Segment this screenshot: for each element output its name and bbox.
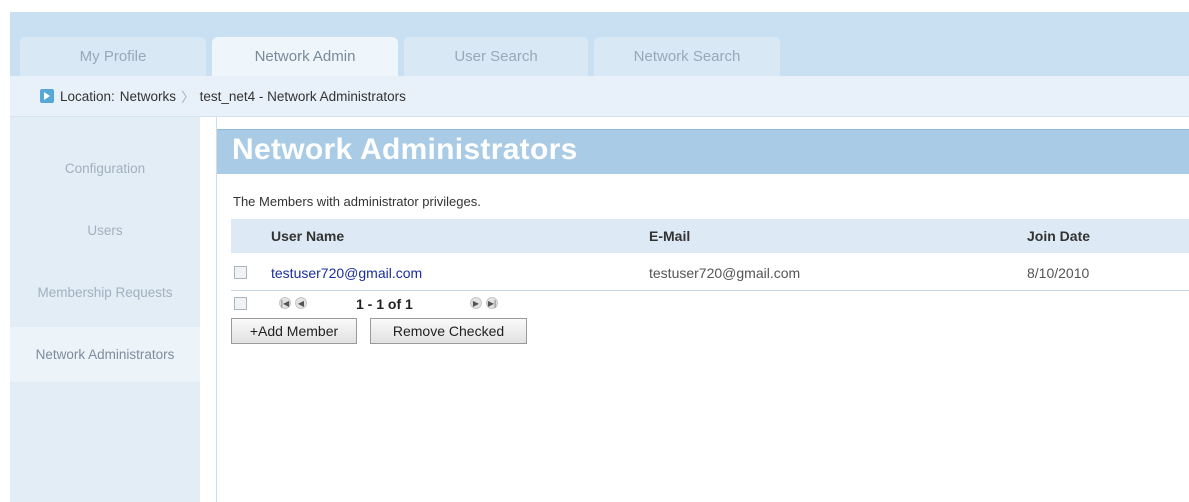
tab-my-profile[interactable]: My Profile bbox=[20, 37, 206, 76]
email-cell: testuser720@gmail.com bbox=[649, 264, 801, 281]
column-email[interactable]: E-Mail bbox=[649, 228, 690, 244]
breadcrumb-separator: 〉 bbox=[181, 90, 195, 105]
page-title: Network Administrators bbox=[232, 133, 578, 166]
title-bar: Network Administrators bbox=[217, 129, 1189, 174]
breadcrumb-current: test_net4 - Network Administrators bbox=[199, 88, 406, 104]
select-all-checkbox[interactable] bbox=[234, 297, 247, 310]
main-panel: Network Administrators The Members with … bbox=[216, 117, 1189, 502]
row-checkbox[interactable] bbox=[234, 266, 247, 279]
user-name-link[interactable]: testuser720@gmail.com bbox=[271, 265, 422, 281]
tab-network-search[interactable]: Network Search bbox=[594, 37, 780, 76]
page-description: The Members with administrator privilege… bbox=[233, 194, 481, 209]
sidebar-item-configuration[interactable]: Configuration bbox=[10, 148, 200, 188]
sidebar-item-users[interactable]: Users bbox=[10, 210, 200, 250]
prev-page-icon[interactable]: ◀ bbox=[295, 297, 307, 309]
next-page-icon[interactable]: ▶ bbox=[470, 297, 482, 309]
join-date-cell: 8/10/2010 bbox=[1027, 264, 1090, 281]
pager-range: 1 - 1 of 1 bbox=[356, 296, 413, 312]
column-join-date[interactable]: Join Date bbox=[1027, 228, 1090, 244]
add-member-button[interactable]: +Add Member bbox=[231, 318, 357, 344]
first-page-icon[interactable]: |◀ bbox=[279, 297, 291, 309]
table-row: testuser720@gmail.com testuser720@gmail.… bbox=[231, 255, 1189, 291]
tab-user-search[interactable]: User Search bbox=[404, 37, 588, 76]
breadcrumb: Location: Networks 〉 test_net4 - Network… bbox=[10, 76, 1189, 117]
table-header: User Name E-Mail Join Date bbox=[231, 219, 1189, 253]
tab-network-admin[interactable]: Network Admin bbox=[212, 37, 398, 76]
sidebar: Configuration Users Membership Requests … bbox=[10, 117, 200, 502]
location-arrow-icon bbox=[40, 89, 54, 103]
breadcrumb-networks[interactable]: Networks bbox=[120, 89, 176, 104]
pager: |◀ ◀ 1 - 1 of 1 ▶ ▶| bbox=[231, 293, 731, 315]
breadcrumb-prefix: Location: bbox=[60, 88, 115, 104]
column-user-name[interactable]: User Name bbox=[271, 228, 344, 244]
last-page-icon[interactable]: ▶| bbox=[486, 297, 498, 309]
remove-checked-button[interactable]: Remove Checked bbox=[370, 318, 527, 344]
sidebar-item-membership-requests[interactable]: Membership Requests bbox=[10, 272, 200, 312]
sidebar-item-network-administrators[interactable]: Network Administrators bbox=[10, 327, 200, 382]
